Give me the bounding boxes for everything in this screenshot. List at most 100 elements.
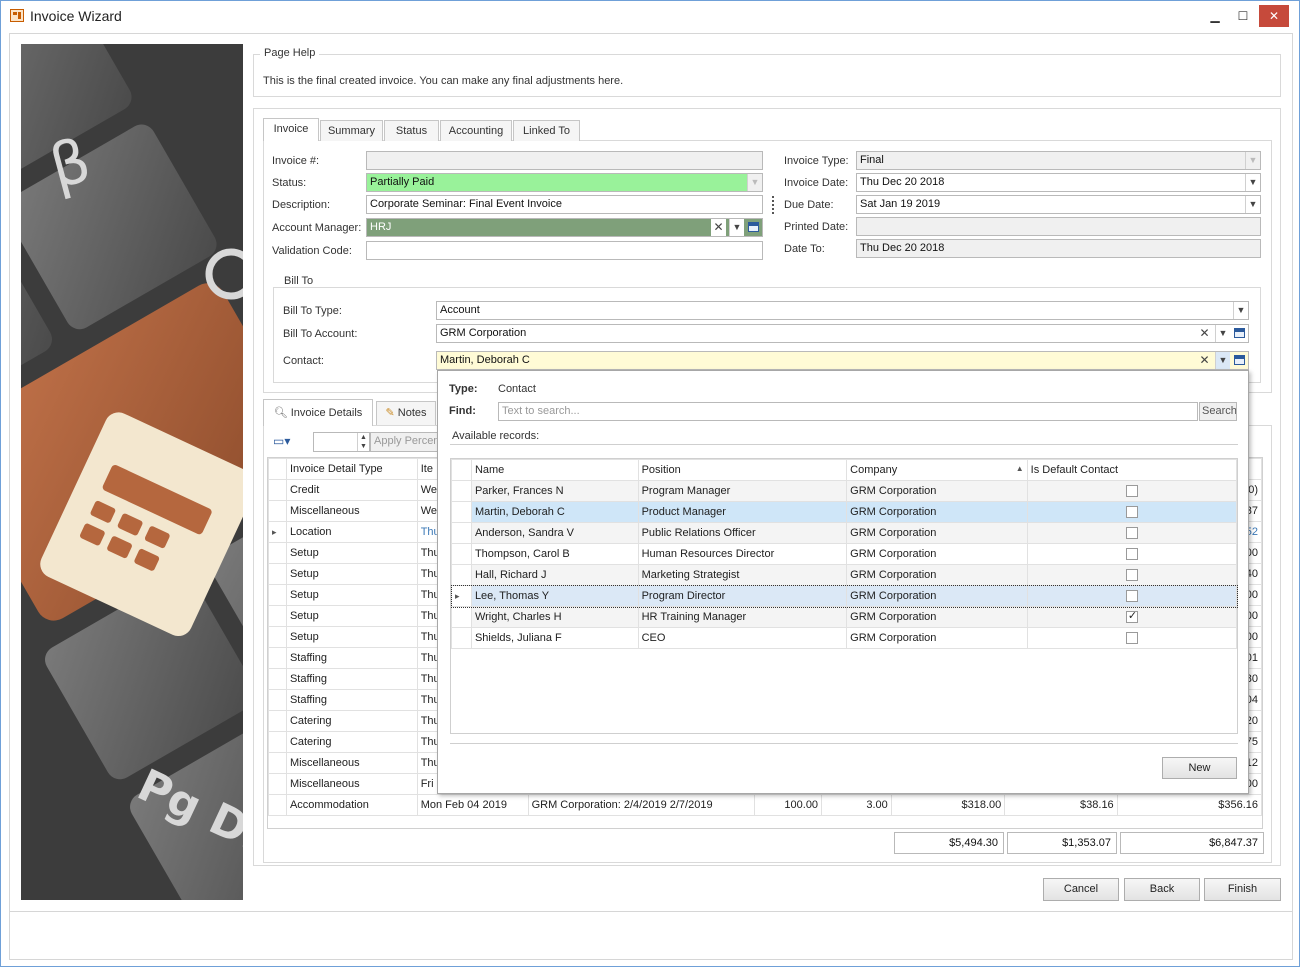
detail-type-cell[interactable]: Setup — [285, 542, 418, 564]
bill-to-type-field[interactable]: Account ▼ — [436, 301, 1249, 320]
cancel-button[interactable]: Cancel — [1043, 878, 1119, 901]
tab-invoice-details[interactable]: 🔍︎ Invoice Details — [263, 399, 373, 426]
clear-icon[interactable]: ✕ — [711, 219, 726, 236]
contact-row[interactable]: Hall, Richard J Marketing Strategist GRM C… — [451, 564, 1238, 586]
tab-status[interactable]: Status — [384, 120, 439, 141]
contact-row[interactable]: Martin, Deborah C Product Manager GRM Corp… — [451, 501, 1238, 523]
status-field[interactable]: Partially Paid ▼ — [366, 173, 763, 192]
contact-position-cell[interactable]: Marketing Strategist — [637, 564, 848, 586]
detail-type-cell[interactable]: Credit — [285, 479, 418, 501]
date-to-field[interactable]: Thu Dec 20 2018 — [856, 239, 1261, 258]
accommodation-date-cell[interactable]: Mon Feb 04 2019 — [416, 794, 529, 816]
is-default-cell[interactable] — [1026, 522, 1238, 544]
contact-company-cell[interactable]: GRM Corporation — [846, 501, 1028, 523]
chevron-down-icon[interactable]: ▼ — [1215, 352, 1230, 369]
detail-type-cell[interactable]: Setup — [285, 563, 418, 585]
validation-code-field[interactable] — [366, 241, 763, 260]
tab-notes[interactable]: ✎ Notes — [376, 401, 436, 425]
contact-name-cell[interactable]: Martin, Deborah C — [470, 501, 639, 523]
new-row-dropdown-icon[interactable]: ▭▾ — [273, 434, 299, 450]
column-header-company[interactable]: Company ▲ — [846, 459, 1028, 481]
contact-position-cell[interactable]: Public Relations Officer — [637, 522, 848, 544]
clear-icon[interactable]: ✕ — [1197, 325, 1212, 342]
contact-position-cell[interactable]: HR Training Manager — [637, 606, 848, 628]
invoice-type-field[interactable]: Final ▼ — [856, 151, 1261, 170]
contact-company-cell[interactable]: GRM Corporation — [846, 564, 1028, 586]
detail-type-cell[interactable]: Staffing — [285, 689, 418, 711]
checkbox-unchecked[interactable] — [1125, 506, 1138, 519]
lookup-icon[interactable] — [1230, 352, 1248, 369]
popup-search-input[interactable]: Text to search... — [498, 402, 1198, 421]
column-header-position[interactable]: Position — [637, 459, 848, 481]
checkbox-unchecked[interactable] — [1125, 527, 1138, 540]
contact-company-cell[interactable]: GRM Corporation — [846, 585, 1028, 607]
checkbox-unchecked[interactable] — [1125, 590, 1138, 603]
detail-type-cell[interactable]: Miscellaneous — [285, 752, 418, 774]
accommodation-tax-cell[interactable]: $38.16 — [1004, 794, 1118, 816]
accommodation-type-cell[interactable]: Accommodation — [285, 794, 418, 816]
chevron-down-icon[interactable]: ▼ — [1233, 302, 1248, 319]
invoice-date-field[interactable]: Thu Dec 20 2018 ▼ — [856, 173, 1261, 192]
detail-type-cell[interactable]: Setup — [285, 605, 418, 627]
contact-company-cell[interactable]: GRM Corporation — [846, 480, 1028, 502]
lookup-icon[interactable] — [1230, 325, 1248, 342]
close-button[interactable]: ✕ — [1259, 5, 1289, 27]
spinner-icon[interactable]: ▲ ▼ — [357, 433, 369, 451]
chevron-down-icon[interactable]: ▼ — [1245, 152, 1260, 169]
contact-row[interactable]: Parker, Frances N Program Manager GRM Corp… — [451, 480, 1238, 502]
contact-name-cell[interactable]: Anderson, Sandra V — [470, 522, 639, 544]
contact-name-cell[interactable]: Lee, Thomas Y — [470, 585, 639, 607]
apply-percent-button[interactable]: Apply Percen — [370, 432, 438, 452]
percent-input[interactable]: ▲ ▼ — [313, 432, 370, 452]
tab-linked-to[interactable]: Linked To — [513, 120, 580, 141]
detail-type-cell[interactable]: Location — [285, 521, 418, 543]
account-manager-field[interactable]: HRJ ✕ ▼ — [366, 218, 763, 237]
is-default-cell[interactable] — [1026, 543, 1238, 565]
accommodation-days-cell[interactable]: 3.00 — [821, 794, 892, 816]
is-default-cell[interactable] — [1026, 585, 1238, 607]
detail-type-cell[interactable]: Catering — [285, 710, 418, 732]
contact-company-cell[interactable]: GRM Corporation — [846, 522, 1028, 544]
description-field[interactable]: Corporate Seminar: Final Event Invoice — [366, 195, 763, 214]
chevron-down-icon[interactable]: ▼ — [1245, 196, 1260, 213]
column-header-is-default[interactable]: Is Default Contact — [1026, 459, 1238, 481]
detail-type-cell[interactable]: Staffing — [285, 647, 418, 669]
splitter-handle[interactable] — [772, 196, 775, 214]
maximize-button[interactable]: ☐ — [1229, 5, 1257, 27]
contact-position-cell[interactable]: CEO — [637, 627, 848, 649]
chevron-down-icon[interactable]: ▼ — [1245, 174, 1260, 191]
column-header-detail-type[interactable]: Invoice Detail Type — [285, 458, 418, 480]
bill-to-account-field[interactable]: GRM Corporation ✕ ▼ — [436, 324, 1249, 343]
tab-invoice[interactable]: Invoice — [263, 118, 319, 141]
accommodation-price-cell[interactable]: $318.00 — [890, 794, 1006, 816]
detail-type-cell[interactable]: Miscellaneous — [285, 500, 418, 522]
detail-type-cell[interactable]: Setup — [285, 584, 418, 606]
contact-company-cell[interactable]: GRM Corporation — [846, 606, 1028, 628]
printed-date-field[interactable] — [856, 217, 1261, 236]
chevron-down-icon[interactable]: ▼ — [747, 174, 762, 191]
checkbox-unchecked[interactable] — [1125, 485, 1138, 498]
invoice-number-field[interactable] — [366, 151, 763, 170]
minimize-button[interactable]: ▁ — [1201, 5, 1229, 27]
detail-type-cell[interactable]: Catering — [285, 731, 418, 753]
table-row[interactable]: Accommodation Mon Feb 04 2019 GRM Corporat… — [268, 794, 1263, 816]
checkbox-unchecked[interactable] — [1125, 632, 1138, 645]
contact-position-cell[interactable]: Product Manager — [637, 501, 848, 523]
contact-name-cell[interactable]: Hall, Richard J — [470, 564, 639, 586]
popup-search-button[interactable]: Search — [1199, 402, 1237, 421]
contact-company-cell[interactable]: GRM Corporation — [846, 627, 1028, 649]
contact-name-cell[interactable]: Thompson, Carol B — [470, 543, 639, 565]
detail-type-cell[interactable]: Staffing — [285, 668, 418, 690]
chevron-down-icon[interactable]: ▼ — [1215, 325, 1230, 342]
is-default-cell[interactable] — [1026, 627, 1238, 649]
accommodation-total-cell[interactable]: $356.16 — [1116, 794, 1263, 816]
is-default-cell[interactable] — [1026, 564, 1238, 586]
contact-position-cell[interactable]: Program Manager — [637, 480, 848, 502]
new-contact-button[interactable]: New — [1162, 757, 1237, 779]
contact-field[interactable]: Martin, Deborah C ✕ ▼ — [436, 351, 1249, 370]
contact-name-cell[interactable]: Parker, Frances N — [470, 480, 639, 502]
detail-type-cell[interactable]: Miscellaneous — [285, 773, 418, 795]
checkbox-checked[interactable] — [1125, 609, 1138, 624]
tab-accounting[interactable]: Accounting — [440, 120, 512, 141]
contact-row[interactable]: Anderson, Sandra V Public Relations Offic… — [451, 522, 1238, 544]
